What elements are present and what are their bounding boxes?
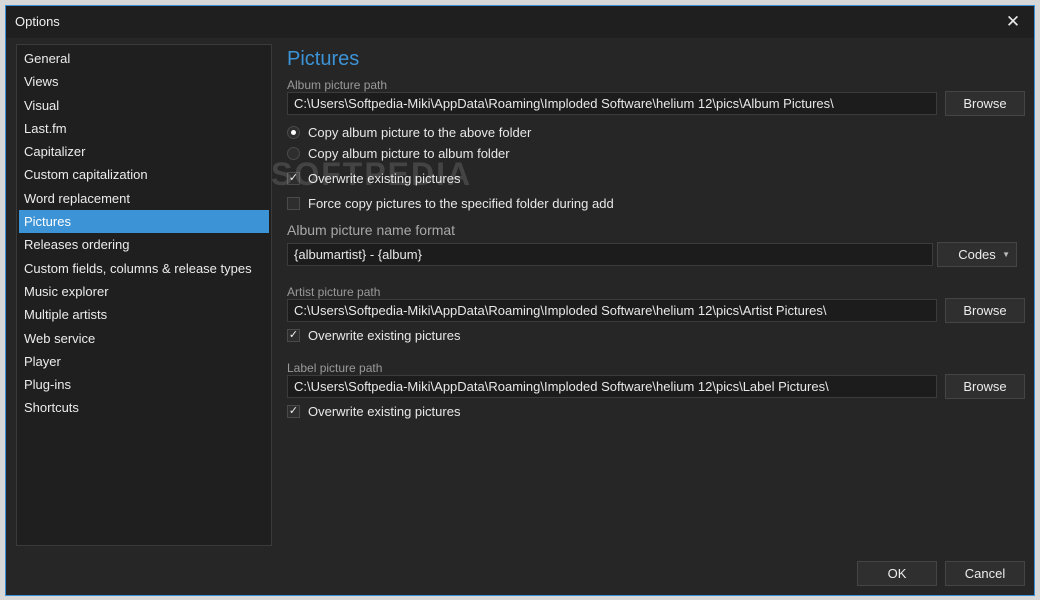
title-bar: Options ✕ [6,6,1034,38]
artist-path-input[interactable]: C:\Users\Softpedia-Miki\AppData\Roaming\… [287,299,937,322]
name-format-label: Album picture name format [287,222,456,238]
page-title: Pictures [287,48,360,70]
radio-copy-above[interactable]: Copy album picture to the above folder [287,122,531,142]
label-path-input[interactable]: C:\Users\Softpedia-Miki\AppData\Roaming\… [287,375,937,398]
sidebar-item-capitalizer[interactable]: Capitalizer [19,140,269,163]
sidebar-item-music-explorer[interactable]: Music explorer [19,280,269,303]
checkbox-empty[interactable] [287,196,300,210]
chevron-down-icon: ▼ [1002,250,1010,259]
album-path-label: Album picture path [287,78,388,92]
album-path-input[interactable]: C:\Users\Softpedia-Miki\AppData\Roaming\… [287,92,937,115]
options-sidebar: General Views Visual Last.fm Capitalizer… [16,44,272,546]
radio-copy-album-folder[interactable]: Copy album picture to album folder [287,143,510,163]
sidebar-item-pictures[interactable]: Pictures [19,210,269,234]
ok-button[interactable]: OK [857,561,937,586]
radio-selected-indicator[interactable] [287,125,300,139]
sidebar-item-lastfm[interactable]: Last.fm [19,117,269,140]
checkmark-icon[interactable]: ✓ [287,171,300,185]
checkbox-force-copy[interactable]: Force copy pictures to the specified fol… [287,193,614,213]
sidebar-item-multiple-artists[interactable]: Multiple artists [19,303,269,326]
sidebar-item-visual[interactable]: Visual [19,94,269,117]
artist-path-label: Artist picture path [287,285,381,299]
overwrite-label-label: Overwrite existing pictures [308,403,461,419]
artist-browse-button[interactable]: Browse [945,298,1025,323]
checkbox-overwrite-artist[interactable]: ✓ Overwrite existing pictures [287,325,460,345]
radio-copy-above-label: Copy album picture to the above folder [308,124,532,140]
codes-label: Codes [958,247,996,262]
sidebar-item-releases-ordering[interactable]: Releases ordering [19,233,269,256]
checkbox-overwrite-album[interactable]: ✓ Overwrite existing pictures [287,168,460,188]
options-window: Options ✕ General Views Visual Last.fm C… [5,5,1035,596]
force-copy-label: Force copy pictures to the specified fol… [308,195,614,211]
sidebar-item-views[interactable]: Views [19,70,269,93]
overwrite-artist-label: Overwrite existing pictures [308,327,461,343]
close-icon[interactable]: ✕ [1000,9,1026,35]
window-title: Options [15,14,60,29]
label-browse-button[interactable]: Browse [945,374,1025,399]
cancel-button[interactable]: Cancel [945,561,1025,586]
sidebar-item-player[interactable]: Player [19,350,269,373]
pictures-panel: Pictures Album picture path C:\Users\Sof… [287,44,1027,544]
sidebar-item-general[interactable]: General [19,47,269,70]
sidebar-item-custom-fields[interactable]: Custom fields, columns & release types [19,257,269,280]
name-format-input[interactable]: {albumartist} - {album} [287,243,933,266]
album-browse-button[interactable]: Browse [945,91,1025,116]
checkmark-icon[interactable]: ✓ [287,328,300,342]
checkbox-overwrite-label[interactable]: ✓ Overwrite existing pictures [287,401,460,421]
sidebar-item-web-service[interactable]: Web service [19,327,269,350]
sidebar-item-word-replacement[interactable]: Word replacement [19,187,269,210]
overwrite-album-label: Overwrite existing pictures [308,170,461,186]
checkmark-icon[interactable]: ✓ [287,404,300,418]
radio-unselected-indicator[interactable] [287,146,300,160]
sidebar-item-custom-capitalization[interactable]: Custom capitalization [19,163,269,186]
sidebar-item-shortcuts[interactable]: Shortcuts [19,396,269,419]
sidebar-item-plug-ins[interactable]: Plug-ins [19,373,269,396]
label-path-label: Label picture path [287,361,383,375]
codes-dropdown[interactable]: Codes ▼ [937,242,1017,267]
radio-copy-album-folder-label: Copy album picture to album folder [308,145,510,161]
